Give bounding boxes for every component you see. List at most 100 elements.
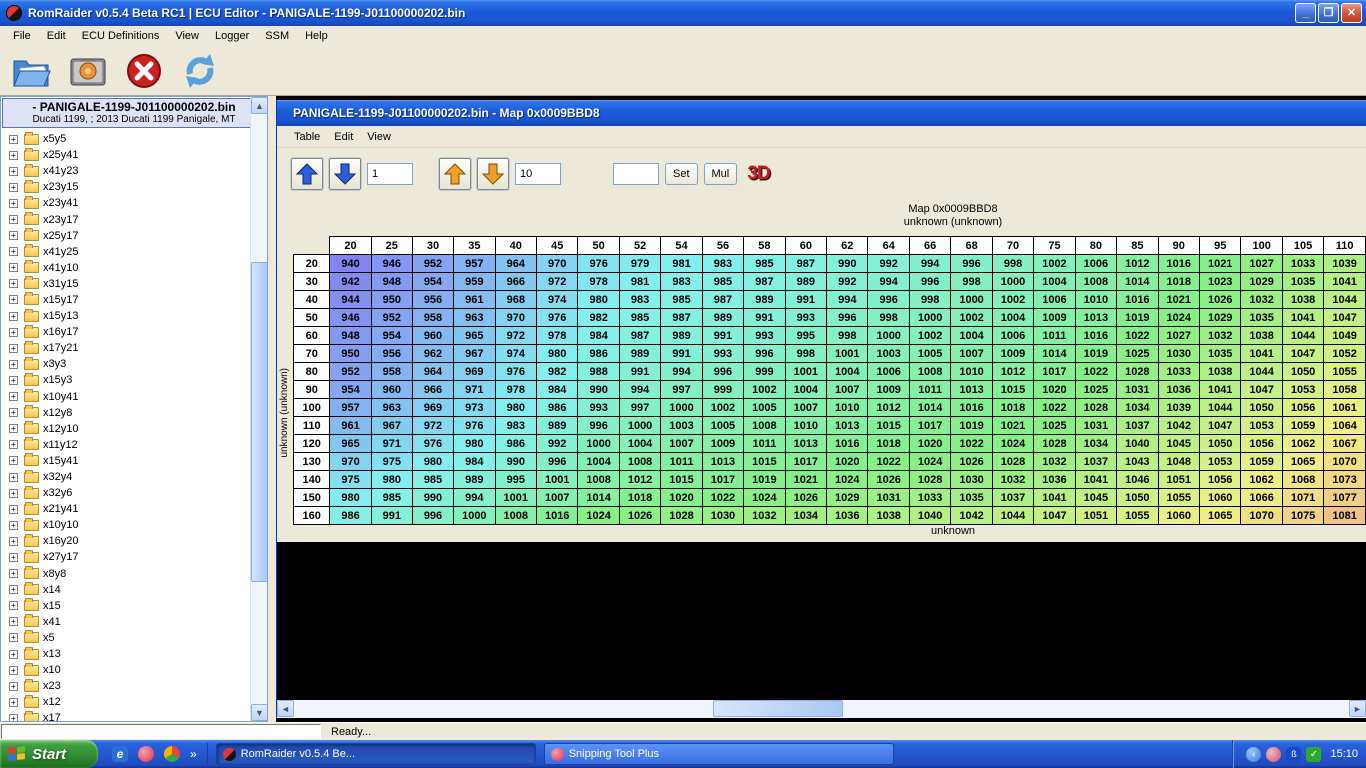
map-data-cell[interactable]: 946 bbox=[330, 309, 371, 327]
map-data-cell[interactable]: 1004 bbox=[992, 309, 1033, 327]
map-data-cell[interactable]: 1032 bbox=[744, 507, 785, 525]
tree-item-x12[interactable]: +x12 bbox=[1, 694, 250, 710]
expand-plus-icon[interactable]: + bbox=[9, 489, 18, 498]
map-data-cell[interactable]: 1058 bbox=[1324, 381, 1366, 399]
map-data-cell[interactable]: 952 bbox=[330, 363, 371, 381]
map-data-cell[interactable]: 992 bbox=[827, 273, 868, 291]
map-data-cell[interactable]: 994 bbox=[868, 273, 909, 291]
map-data-cell[interactable]: 957 bbox=[330, 399, 371, 417]
coarse-increment-field[interactable] bbox=[515, 163, 561, 185]
tree-item-x41y25[interactable]: +x41y25 bbox=[1, 244, 250, 260]
map-data-cell[interactable]: 1046 bbox=[1117, 471, 1158, 489]
map-data-cell[interactable]: 1064 bbox=[1324, 417, 1366, 435]
map-data-cell[interactable]: 1031 bbox=[868, 489, 909, 507]
map-data-cell[interactable]: 1028 bbox=[1117, 363, 1158, 381]
map-data-cell[interactable]: 1033 bbox=[909, 489, 950, 507]
map-data-cell[interactable]: 980 bbox=[412, 453, 453, 471]
map-data-cell[interactable]: 1000 bbox=[951, 291, 992, 309]
tree-item-x10y41[interactable]: +x10y41 bbox=[1, 389, 250, 405]
map-data-cell[interactable]: 996 bbox=[578, 417, 619, 435]
map-data-cell[interactable]: 1006 bbox=[992, 327, 1033, 345]
map-data-cell[interactable]: 1047 bbox=[1034, 507, 1075, 525]
map-data-cell[interactable]: 954 bbox=[371, 327, 412, 345]
map-data-cell[interactable]: 1035 bbox=[951, 489, 992, 507]
map-data-cell[interactable]: 1009 bbox=[992, 345, 1033, 363]
map-data-cell[interactable]: 966 bbox=[412, 381, 453, 399]
map-data-cell[interactable]: 998 bbox=[951, 273, 992, 291]
map-data-cell[interactable]: 996 bbox=[951, 255, 992, 273]
map-data-cell[interactable]: 1031 bbox=[1117, 381, 1158, 399]
map-data-cell[interactable]: 970 bbox=[495, 309, 536, 327]
map-data-cell[interactable]: 1042 bbox=[1158, 417, 1199, 435]
map-data-cell[interactable]: 1029 bbox=[827, 489, 868, 507]
map-data-cell[interactable]: 1015 bbox=[868, 417, 909, 435]
map-data-cell[interactable]: 982 bbox=[578, 309, 619, 327]
map-data-cell[interactable]: 1041 bbox=[1075, 471, 1116, 489]
menu-item-logger[interactable]: Logger bbox=[208, 28, 256, 44]
tree-item-x23y15[interactable]: +x23y15 bbox=[1, 179, 250, 195]
map-data-cell[interactable]: 959 bbox=[454, 273, 495, 291]
map-data-cell[interactable]: 961 bbox=[330, 417, 371, 435]
map-data-cell[interactable]: 1001 bbox=[536, 471, 577, 489]
save-image-button[interactable] bbox=[66, 50, 110, 92]
map-data-cell[interactable]: 1053 bbox=[1241, 417, 1282, 435]
map-data-cell[interactable]: 954 bbox=[412, 273, 453, 291]
map-data-cell[interactable]: 948 bbox=[371, 273, 412, 291]
scroll-down-icon[interactable]: ▼ bbox=[251, 704, 268, 721]
map-data-cell[interactable]: 963 bbox=[454, 309, 495, 327]
tree-root-node[interactable]: - PANIGALE-1199-J01100000202.bin Ducati … bbox=[2, 98, 266, 128]
map-data-cell[interactable]: 1035 bbox=[1241, 309, 1282, 327]
map-data-cell[interactable]: 1036 bbox=[1034, 471, 1075, 489]
map-data-cell[interactable]: 1022 bbox=[702, 489, 743, 507]
map-data-cell[interactable]: 983 bbox=[661, 273, 702, 291]
increase-fine-button[interactable] bbox=[291, 158, 323, 190]
map-data-cell[interactable]: 985 bbox=[412, 471, 453, 489]
map-data-cell[interactable]: 956 bbox=[371, 345, 412, 363]
map-data-cell[interactable]: 1004 bbox=[578, 453, 619, 471]
map-data-cell[interactable]: 1029 bbox=[1199, 309, 1240, 327]
map-data-cell[interactable]: 1016 bbox=[1075, 327, 1116, 345]
map-data-cell[interactable]: 985 bbox=[702, 273, 743, 291]
map-data-cell[interactable]: 1010 bbox=[785, 417, 826, 435]
map-data-cell[interactable]: 1044 bbox=[1241, 363, 1282, 381]
menu-item-file[interactable]: File bbox=[6, 28, 38, 44]
map-data-cell[interactable]: 1015 bbox=[992, 381, 1033, 399]
map-data-cell[interactable]: 994 bbox=[909, 255, 950, 273]
tree-item-x11y12[interactable]: +x11y12 bbox=[1, 437, 250, 453]
map-data-cell[interactable]: 987 bbox=[702, 291, 743, 309]
map-data-cell[interactable]: 1032 bbox=[1199, 327, 1240, 345]
map-data-cell[interactable]: 1011 bbox=[661, 453, 702, 471]
map-data-cell[interactable]: 958 bbox=[412, 309, 453, 327]
map-data-cell[interactable]: 950 bbox=[330, 345, 371, 363]
menu-item-view[interactable]: View bbox=[168, 28, 206, 44]
map-data-cell[interactable]: 1010 bbox=[1075, 291, 1116, 309]
map-data-cell[interactable]: 1013 bbox=[1075, 309, 1116, 327]
map-data-cell[interactable]: 1077 bbox=[1324, 489, 1366, 507]
map-data-cell[interactable]: 1075 bbox=[1282, 507, 1323, 525]
map-data-cell[interactable]: 969 bbox=[412, 399, 453, 417]
tree-item-x32y4[interactable]: +x32y4 bbox=[1, 469, 250, 485]
expand-plus-icon[interactable]: + bbox=[9, 392, 18, 401]
expand-plus-icon[interactable]: + bbox=[9, 553, 18, 562]
taskbar-task-romraider[interactable]: RomRaider v0.5.4 Be... bbox=[216, 743, 536, 765]
tree-vertical-scrollbar[interactable]: ▲ ▼ bbox=[250, 97, 267, 721]
map-data-cell[interactable]: 1007 bbox=[661, 435, 702, 453]
expand-plus-icon[interactable]: + bbox=[9, 617, 18, 626]
map-data-cell[interactable]: 1009 bbox=[868, 381, 909, 399]
map-data-cell[interactable]: 952 bbox=[371, 309, 412, 327]
map-data-cell[interactable]: 1020 bbox=[1034, 381, 1075, 399]
map-data-cell[interactable]: 1044 bbox=[992, 507, 1033, 525]
map-data-cell[interactable]: 1026 bbox=[951, 453, 992, 471]
map-data-cell[interactable]: 1031 bbox=[1075, 417, 1116, 435]
map-data-cell[interactable]: 1009 bbox=[702, 435, 743, 453]
3d-view-button[interactable]: 3D bbox=[743, 161, 773, 187]
map-data-cell[interactable]: 1041 bbox=[1324, 273, 1366, 291]
map-data-cell[interactable]: 965 bbox=[330, 435, 371, 453]
map-data-cell[interactable]: 1061 bbox=[1324, 399, 1366, 417]
map-data-cell[interactable]: 1024 bbox=[578, 507, 619, 525]
map-data-cell[interactable]: 1019 bbox=[1117, 309, 1158, 327]
expand-plus-icon[interactable]: + bbox=[9, 183, 18, 192]
map-data-cell[interactable]: 1000 bbox=[868, 327, 909, 345]
map-data-cell[interactable]: 986 bbox=[495, 435, 536, 453]
map-data-cell[interactable]: 989 bbox=[536, 417, 577, 435]
